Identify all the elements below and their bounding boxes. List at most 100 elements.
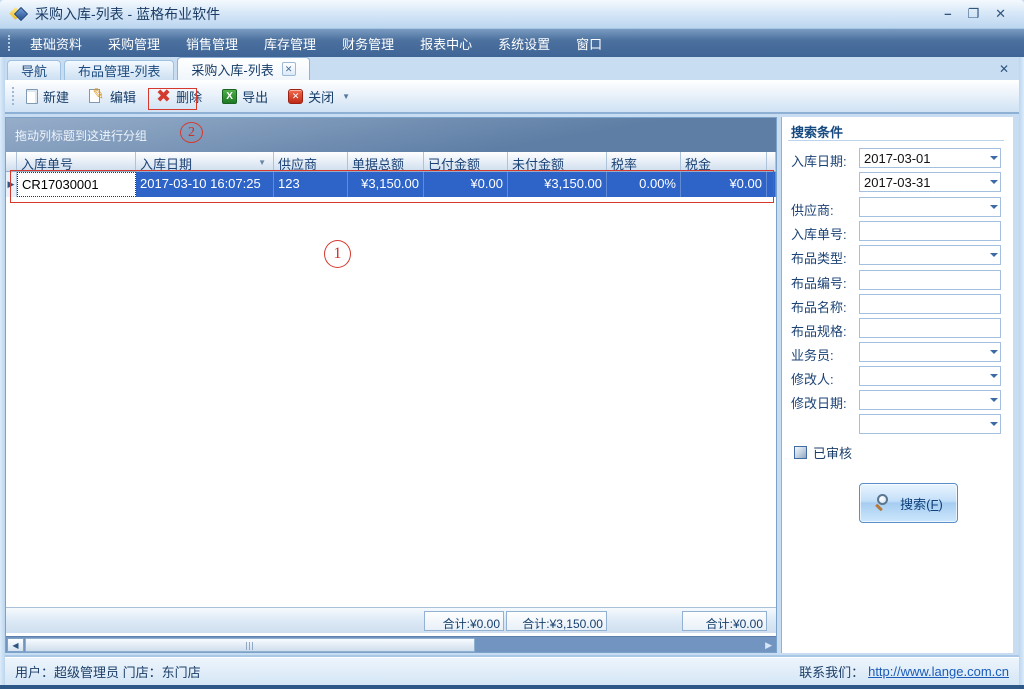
fabric-type-combo[interactable] [859,245,1001,265]
contact-label: 联系我们： [799,662,864,681]
audited-checkbox-row: 已审核 [794,443,852,462]
total-paid: 合计:¥0.00 [424,611,504,631]
field-order-no: 入库单号: [782,221,1014,241]
tab-purchase-inbound-list[interactable]: 采购入库-列表 ✕ [177,57,309,80]
field-modify-date-start: 修改日期: [782,390,1014,410]
tabstrip-close-icon[interactable]: ✕ [999,62,1009,76]
field-label: 布品类型: [791,248,847,267]
status-bar: 用户：超级管理员 门店：东门店 联系我们： http://www.lange.c… [5,657,1019,685]
chevron-down-icon[interactable] [990,156,998,160]
app-logo-icon [10,6,28,22]
window-border-right [1019,57,1024,685]
tab-navigation[interactable]: 导航 [7,60,61,80]
tab-label: 导航 [21,61,47,80]
column-header-filler [767,152,776,171]
field-inbound-date-end [782,172,1014,192]
column-header-supplier[interactable]: 供应商 [274,152,348,171]
minimize-button[interactable]: – [944,7,951,21]
website-link[interactable]: http://www.lange.com.cn [868,664,1009,679]
annotation-callout-2: 2 [180,122,203,143]
close-window-icon: ✕ [288,89,303,104]
order-no-input[interactable] [859,221,1001,241]
field-supplier: 供应商: [782,197,1014,217]
tab-label: 布品管理-列表 [78,61,160,80]
close-button[interactable]: ✕ [995,7,1006,21]
group-by-panel[interactable]: 拖动列标题到这进行分组 [6,118,776,152]
menu-item-reports[interactable]: 报表中心 [407,29,485,58]
menu-item-inventory[interactable]: 库存管理 [251,29,329,58]
field-fabric-type: 布品类型: [782,245,1014,265]
fabric-name-input[interactable] [859,294,1001,314]
audited-checkbox[interactable] [794,446,807,459]
menu-item-base-data[interactable]: 基础资料 [17,29,95,58]
tab-fabric-list[interactable]: 布品管理-列表 [64,60,174,80]
fabric-code-input[interactable] [859,270,1001,290]
column-header-inbound-date[interactable]: 入库日期 ▼ [136,152,274,171]
audited-checkbox-label: 已审核 [813,443,852,462]
field-salesman: 业务员: [782,342,1014,362]
tab-close-icon[interactable]: ✕ [282,62,296,76]
field-label: 布品名称: [791,297,847,316]
modify-date-end-combo[interactable] [859,414,1001,434]
annotation-rect-data-row [10,170,774,203]
column-header-unpaid[interactable]: 未付金额 [508,152,607,171]
field-label: 供应商: [791,200,834,219]
group-hint-text: 拖动列标题到这进行分组 [15,127,147,144]
field-fabric-spec: 布品规格: [782,318,1014,338]
scroll-right-arrow-icon[interactable]: ▶ [765,640,772,651]
menu-item-finance[interactable]: 财务管理 [329,29,407,58]
grid-header-row: 入库单号 入库日期 ▼ 供应商 单据总额 已付金额 未付金额 税率 税金 [6,152,776,172]
maximize-button[interactable]: ❐ [967,7,979,21]
column-header-tax[interactable]: 税金 [681,152,767,171]
field-fabric-name: 布品名称: [782,294,1014,314]
field-inbound-date-start: 入库日期: [782,148,1014,168]
search-icon [874,493,894,513]
inbound-date-start-combo[interactable] [859,148,1001,168]
menu-item-sales[interactable]: 销售管理 [173,29,251,58]
inbound-date-end-combo[interactable] [859,172,1001,192]
menu-item-purchase[interactable]: 采购管理 [95,29,173,58]
edit-button[interactable]: ✎ 编辑 [84,83,141,109]
search-button[interactable]: 搜索(F) [859,483,958,523]
column-header-tax-rate[interactable]: 税率 [607,152,681,171]
sort-desc-icon: ▼ [258,158,266,167]
new-button[interactable]: 新建 [21,83,74,109]
salesman-combo[interactable] [859,342,1001,362]
menu-item-window[interactable]: 窗口 [563,29,615,58]
modifier-combo[interactable] [859,366,1001,386]
scrollbar-thumb[interactable] [25,638,475,652]
column-header-paid[interactable]: 已付金额 [424,152,508,171]
search-panel-title: 搜索条件 [791,122,843,141]
field-fabric-code: 布品编号: [782,270,1014,290]
chevron-down-icon[interactable] [990,180,998,184]
field-modify-date-end [782,414,1014,434]
search-button-label: 搜索(F) [900,494,943,513]
chevron-down-icon[interactable] [990,398,998,402]
column-header-order-no[interactable]: 入库单号 [17,152,136,171]
modify-date-start-combo[interactable] [859,390,1001,410]
fabric-spec-input[interactable] [859,318,1001,338]
scroll-left-arrow-icon[interactable]: ◀ [7,638,24,652]
export-button[interactable]: X 导出 [217,83,273,109]
chevron-down-icon[interactable] [990,422,998,426]
new-document-icon [26,89,38,104]
total-unpaid: 合计:¥3,150.00 [506,611,607,631]
annotation-callout-1: 1 [324,240,351,268]
field-label: 业务员: [791,345,834,364]
menu-item-settings[interactable]: 系统设置 [485,29,563,58]
supplier-combo[interactable] [859,197,1001,217]
field-label: 布品编号: [791,273,847,292]
chevron-down-icon[interactable] [990,374,998,378]
field-label: 布品规格: [791,321,847,340]
window-border-bottom [0,685,1024,689]
chevron-down-icon[interactable] [990,253,998,257]
column-label: 入库日期 [140,157,192,171]
chevron-down-icon[interactable]: ▼ [342,92,350,101]
column-header-total[interactable]: 单据总额 [348,152,424,171]
chevron-down-icon[interactable] [990,350,998,354]
chevron-down-icon[interactable] [990,205,998,209]
edit-pencil-icon: ✎ [89,88,105,104]
horizontal-scrollbar[interactable]: ◀ ▶ [6,636,776,652]
button-label: 关闭 [308,87,334,106]
close-tab-button[interactable]: ✕ 关闭 ▼ [283,83,355,109]
